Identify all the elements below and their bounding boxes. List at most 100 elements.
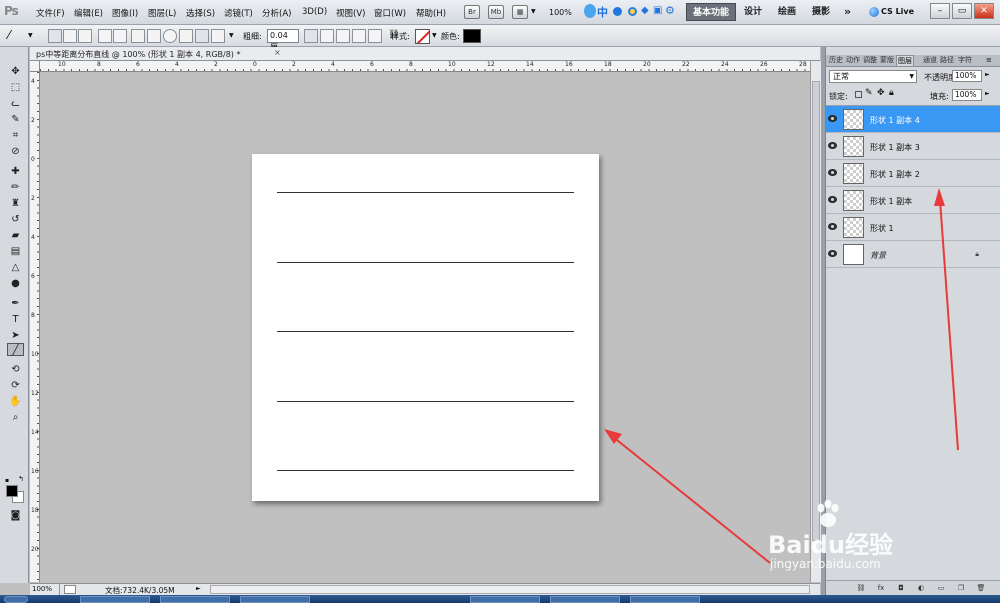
path-select-tool-icon[interactable]: ➤	[7, 329, 24, 342]
ime-skin-icon[interactable]: ◆	[641, 5, 649, 16]
tab-history[interactable]: 历史	[828, 55, 844, 66]
intersect-shape-icon[interactable]	[352, 29, 366, 43]
tab-adjustments[interactable]: 调整	[862, 55, 878, 66]
minimize-button[interactable]: –	[930, 3, 950, 19]
add-to-shape-icon[interactable]	[320, 29, 334, 43]
scroll-thumb[interactable]	[812, 81, 820, 541]
style-swatch[interactable]	[415, 29, 430, 44]
cs-live-button[interactable]: CS Live	[867, 4, 923, 21]
menu-select[interactable]: 选择(S)	[186, 7, 215, 19]
taskbar-item-1[interactable]	[80, 596, 150, 603]
blend-mode-select[interactable]: 正常	[829, 70, 917, 83]
swap-colors-icon[interactable]: ↰	[18, 475, 24, 483]
gradient-tool-icon[interactable]: ▤	[7, 245, 24, 258]
type-tool-icon[interactable]: T	[7, 313, 24, 326]
layer-row-shape-1-copy-4[interactable]: 形状 1 副本 4	[826, 106, 1000, 133]
workspace-essentials[interactable]: 基本功能	[686, 3, 737, 21]
shape-line-2[interactable]	[277, 262, 574, 263]
3d-rotate-tool-icon[interactable]: ⟲	[7, 363, 24, 376]
ruler-origin[interactable]	[30, 61, 40, 72]
taskbar-item-ps[interactable]	[470, 596, 540, 603]
status-zoom-field[interactable]: 100%	[30, 584, 60, 595]
healing-brush-tool-icon[interactable]: ✚	[7, 165, 24, 178]
pen-tool-icon[interactable]	[98, 29, 112, 43]
tab-masks[interactable]: 蒙版	[879, 55, 895, 66]
menu-filter[interactable]: 滤镜(T)	[224, 7, 253, 19]
panel-menu-icon[interactable]: ≡	[986, 56, 992, 64]
brush-tool-icon[interactable]: ✏	[7, 181, 24, 194]
opacity-arrow-icon[interactable]: ►	[985, 71, 990, 78]
subtract-shape-icon[interactable]	[336, 29, 350, 43]
new-shape-layer-icon[interactable]	[304, 29, 318, 43]
ime-chinese-toggle[interactable]: 中	[597, 4, 608, 20]
line-tool-icon[interactable]	[195, 29, 209, 43]
style-dropdown-icon[interactable]: ▼	[432, 32, 437, 39]
zoom-level[interactable]: 100%	[549, 8, 572, 17]
dodge-tool-icon[interactable]: ●	[7, 277, 24, 290]
new-group-icon[interactable]: ▭	[936, 583, 946, 593]
document-canvas[interactable]	[252, 154, 599, 501]
lock-transparent-icon[interactable]	[855, 91, 862, 98]
tab-actions[interactable]: 动作	[845, 55, 861, 66]
custom-shape-tool-icon[interactable]	[211, 29, 225, 43]
lock-all-icon[interactable]: 🔒︎	[889, 88, 894, 98]
ime-punct-icon[interactable]	[613, 7, 622, 16]
eraser-tool-icon[interactable]: ▰	[7, 229, 24, 242]
fill-pixels-icon[interactable]	[78, 29, 92, 43]
menu-edit[interactable]: 编辑(E)	[74, 7, 103, 19]
ellipse-tool-icon[interactable]	[163, 29, 177, 43]
exclude-shape-icon[interactable]	[368, 29, 382, 43]
ime-emoji-icon[interactable]	[628, 7, 637, 16]
eyedropper-tool-icon[interactable]: ⊘	[7, 145, 24, 158]
zoom-tool-icon[interactable]: ⌕	[7, 411, 24, 424]
menu-file[interactable]: 文件(F)	[36, 7, 65, 19]
line-shape-tool-icon[interactable]: ╱	[7, 343, 24, 356]
color-swatch[interactable]	[463, 29, 481, 43]
geometry-options-dropdown-icon[interactable]: ▼	[229, 32, 234, 39]
default-colors-icon[interactable]: ▪	[5, 477, 9, 484]
polygon-tool-icon[interactable]	[179, 29, 193, 43]
lasso-tool-icon[interactable]: ᓚ	[7, 97, 24, 110]
rounded-rect-tool-icon[interactable]	[147, 29, 161, 43]
pen-tool-icon[interactable]: ✒	[7, 297, 24, 310]
quick-mask-icon[interactable]: ◙	[7, 509, 24, 522]
taskbar-item-3[interactable]	[240, 596, 310, 603]
weight-input[interactable]: 0.04 厘	[267, 29, 299, 52]
document-close-icon[interactable]: ×	[274, 48, 281, 57]
layer-row-shape-1[interactable]: 形状 1	[826, 214, 1000, 241]
workspace-design[interactable]: 设计	[738, 3, 768, 21]
shape-line-5[interactable]	[277, 470, 574, 471]
new-layer-icon[interactable]: ❐	[956, 583, 966, 593]
vertical-ruler[interactable]: 420246810121416182022	[30, 72, 40, 582]
close-button[interactable]: ✕	[974, 3, 994, 19]
menu-view[interactable]: 视图(V)	[336, 7, 365, 19]
workspace-more-button[interactable]: »	[838, 3, 857, 21]
tab-layers[interactable]: 图层	[896, 55, 914, 66]
workspace-photography[interactable]: 摄影	[806, 3, 836, 21]
freeform-pen-icon[interactable]	[113, 29, 127, 43]
paths-icon[interactable]	[63, 29, 77, 43]
layer-row-background[interactable]: 背景 🔒︎	[826, 241, 1000, 268]
shape-line-4[interactable]	[277, 401, 574, 402]
view-extras-icon[interactable]: ▦	[512, 5, 528, 19]
hand-tool-icon[interactable]: ✋	[7, 395, 24, 408]
eye-icon[interactable]	[828, 115, 837, 122]
eye-icon[interactable]	[828, 223, 837, 230]
fill-arrow-icon[interactable]: ►	[985, 90, 990, 97]
start-button[interactable]	[4, 596, 28, 603]
quick-select-tool-icon[interactable]: ✎	[7, 113, 24, 126]
menu-image[interactable]: 图像(I)	[112, 7, 138, 19]
eye-icon[interactable]	[828, 250, 837, 257]
tab-paths[interactable]: 路径	[939, 55, 955, 66]
delete-layer-icon[interactable]: 🗑︎	[976, 583, 986, 593]
menu-help[interactable]: 帮助(H)	[416, 7, 446, 19]
lock-position-icon[interactable]: ✥	[877, 88, 885, 98]
clone-stamp-tool-icon[interactable]: ♜	[7, 197, 24, 210]
shape-line-1[interactable]	[277, 192, 574, 193]
taskbar-item-6[interactable]	[630, 596, 700, 603]
ime-settings-icon[interactable]: ⚙	[665, 4, 675, 17]
layer-row-shape-1-copy-2[interactable]: 形状 1 副本 2	[826, 160, 1000, 187]
view-extras-dropdown-icon[interactable]: ▼	[531, 8, 536, 15]
menu-analysis[interactable]: 分析(A)	[262, 7, 291, 19]
line-tool-preset-icon[interactable]: ⁄	[8, 28, 10, 42]
